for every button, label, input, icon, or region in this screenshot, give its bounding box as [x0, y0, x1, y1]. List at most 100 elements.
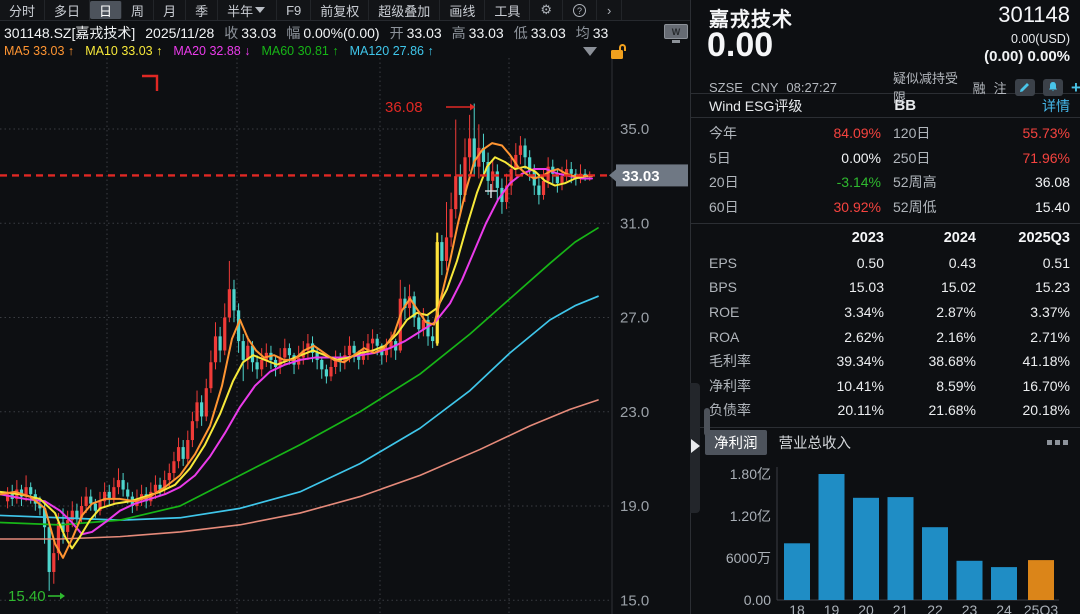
candle-body — [232, 289, 235, 310]
fin-header-row: 202320242025Q3 — [709, 226, 1070, 251]
profit-bar-chart[interactable]: 1.80亿1.20亿6000万0.001819202122232425Q3 — [691, 457, 1080, 614]
candle-body — [542, 181, 545, 195]
quote-field-高: 高33.03 — [452, 23, 504, 43]
financial-table: 202320242025Q3EPS0.500.430.51BPS15.0315.… — [691, 224, 1080, 428]
candle-body — [523, 145, 526, 157]
candle-body — [219, 336, 222, 350]
candle-body — [560, 176, 563, 183]
toolbar-tab-多日[interactable]: 多日 — [45, 0, 90, 20]
alert-button[interactable] — [1043, 79, 1063, 96]
indicator-dropdown-icon[interactable] — [583, 47, 597, 56]
quote-subline: SZSE CNY 08:27:27 疑似减持受限 融 注 + — [709, 68, 1080, 106]
toolbar-tab-超级叠加[interactable]: 超级叠加 — [369, 0, 440, 20]
toolbar-tab-画线[interactable]: 画线 — [440, 0, 485, 20]
candle-body — [450, 209, 453, 237]
candle-body — [320, 360, 323, 369]
y-axis-label: 15.0 — [620, 592, 649, 609]
candle-body — [242, 341, 245, 360]
bar-x-label: 21 — [893, 602, 909, 614]
toolbar-tab-工具[interactable]: 工具 — [485, 0, 530, 20]
panel-expand-icon[interactable] — [691, 439, 700, 453]
candle-body — [168, 473, 171, 480]
bar-20 — [853, 498, 879, 600]
unlock-icon[interactable] — [611, 44, 624, 59]
candle-body — [348, 346, 351, 355]
candle-body — [288, 348, 291, 355]
stock-code: 301148 — [998, 2, 1070, 28]
candle-body — [570, 169, 573, 174]
candle-body — [417, 318, 420, 330]
stat-row: 60日30.92%52周低15.40 — [709, 195, 1070, 220]
fin-row-毛利率: 毛利率39.34%38.68%41.18% — [709, 349, 1070, 374]
toolbar-tab-F9[interactable]: F9 — [277, 0, 311, 20]
candle-body — [205, 388, 208, 416]
candle-body — [431, 336, 434, 341]
y-axis-label: 23.0 — [620, 404, 649, 421]
last-price: 0.00 — [707, 26, 773, 65]
bar-x-label: 20 — [858, 602, 874, 614]
candle-body — [52, 553, 55, 572]
more-button[interactable]: › — [597, 0, 622, 20]
candle-body — [223, 318, 226, 351]
quote-field-收: 收33.03 — [224, 23, 276, 43]
tab-营业总收入[interactable]: 营业总收入 — [779, 432, 852, 453]
toolbar-tab-周[interactable]: 周 — [122, 0, 154, 20]
candle-body — [325, 369, 328, 376]
margin-badge[interactable]: 融 — [973, 78, 986, 97]
toolbar-tab-日[interactable]: 日 — [90, 1, 122, 19]
bar-y-label: 0.00 — [744, 592, 771, 608]
ma-item-ma5: MA5 33.03 ↑ — [4, 44, 74, 58]
y-axis-label: 35.0 — [620, 121, 649, 138]
fin-row-净利率: 净利率10.41%8.59%16.70% — [709, 374, 1070, 399]
quote-panel: 嘉戎技术 301148 0.00 0.00(USD) (0.00) 0.00% … — [690, 0, 1080, 614]
toolbar-tab-季[interactable]: 季 — [186, 0, 218, 20]
candle-body — [459, 176, 462, 195]
toolbar-tab-月[interactable]: 月 — [154, 0, 186, 20]
candle-body — [195, 402, 198, 421]
note-badge[interactable]: 注 — [994, 78, 1007, 97]
fin-row-BPS: BPS15.0315.0215.23 — [709, 275, 1070, 300]
stat-row: 5日0.00%250日71.96% — [709, 146, 1070, 171]
main-kline-chart[interactable]: 33.0335.031.027.023.019.015.036.0815.40 — [0, 0, 690, 614]
candle-body — [371, 339, 374, 344]
bar-y-label: 1.20亿 — [730, 508, 771, 524]
tab-净利润[interactable]: 净利润 — [705, 430, 767, 455]
ma-item-ma10: MA10 33.03 ↑ — [85, 44, 162, 58]
period-toolbar: 分时多日日周月季半年F9前复权超级叠加画线工具⚙? › — [0, 0, 690, 21]
more-options-button[interactable] — [1047, 440, 1068, 445]
dropdown-caret-icon[interactable] — [255, 7, 265, 13]
candle-body — [260, 360, 263, 369]
candle-body — [209, 362, 212, 388]
fin-row-ROA: ROA2.62%2.16%2.71% — [709, 324, 1070, 349]
help-icon: ? — [573, 4, 586, 17]
quote-time: 08:27:27 — [786, 80, 837, 95]
settings-button[interactable]: ⚙ — [530, 0, 563, 20]
ma-line-ma10 — [0, 157, 592, 548]
monitor-overlay-icon[interactable]: W — [664, 24, 688, 44]
quote-field-幅: 幅0.00%(0.00) — [286, 23, 379, 43]
panel-scrollbar-thumb[interactable] — [704, 408, 710, 436]
toolbar-tab-分时[interactable]: 分时 — [0, 0, 45, 20]
candle-body — [172, 461, 175, 473]
candle-body — [89, 497, 92, 504]
candle-body — [283, 348, 286, 357]
low-price-annotation: 15.40 — [8, 588, 46, 605]
stat-row: 今年84.09%120日55.73% — [709, 121, 1070, 146]
ma-item-ma120: MA120 27.86 ↑ — [350, 44, 434, 58]
candle-body — [154, 485, 157, 492]
bar-x-label: 25Q3 — [1024, 602, 1058, 614]
candle-body — [177, 447, 180, 461]
edit-button[interactable] — [1015, 79, 1035, 96]
candle-body — [117, 480, 120, 487]
bell-icon — [1047, 81, 1059, 93]
quote-header: 嘉戎技术 301148 0.00 0.00(USD) (0.00) 0.00% … — [691, 0, 1080, 93]
toolbar-tab-半年[interactable]: 半年 — [218, 0, 277, 20]
fin-row-ROE: ROE3.34%2.87%3.37% — [709, 300, 1070, 325]
chart-pane: 33.0335.031.027.023.019.015.036.0815.40 … — [0, 0, 690, 614]
toolbar-tab-前复权[interactable]: 前复权 — [311, 0, 369, 20]
help-button[interactable]: ? — [563, 0, 597, 20]
quote-field-低: 低33.03 — [514, 23, 566, 43]
candle-body — [519, 145, 522, 154]
candle-body — [200, 402, 203, 416]
add-watchlist-button[interactable]: + — [1071, 80, 1080, 95]
